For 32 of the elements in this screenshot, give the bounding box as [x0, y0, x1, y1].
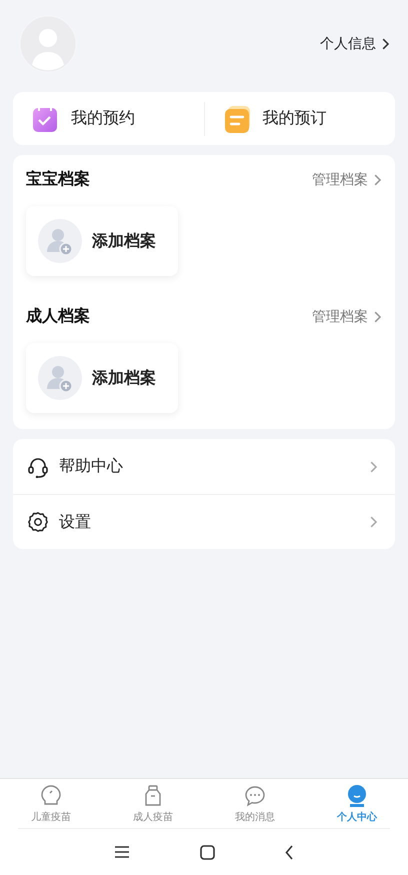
- user-icon: [345, 784, 369, 808]
- menu-item[interactable]: 帮助中心: [13, 439, 395, 494]
- manage-link[interactable]: 管理档案: [312, 170, 381, 188]
- back-icon[interactable]: [285, 844, 294, 860]
- baby-face-icon: [39, 784, 63, 808]
- tab[interactable]: 儿童疫苗: [0, 779, 102, 828]
- tab[interactable]: 我的消息: [204, 779, 306, 828]
- user-add-icon: [38, 219, 82, 263]
- shortcut-label: 我的预约: [71, 108, 135, 129]
- add-archive-button[interactable]: 添加档案: [26, 343, 178, 413]
- home-icon[interactable]: [200, 844, 215, 860]
- tab[interactable]: 成人疫苗: [102, 779, 204, 828]
- chat-bubble-icon: [243, 784, 267, 808]
- chevron-icon: [374, 310, 381, 322]
- shortcut-label: 我的预订: [262, 108, 326, 129]
- menu-icon[interactable]: [114, 845, 130, 859]
- chevron-icon: [370, 516, 377, 528]
- settings-icon: [27, 511, 49, 533]
- chevron-icon: [382, 38, 389, 50]
- section-title: 成人档案: [26, 306, 90, 327]
- user-add-icon: [38, 356, 82, 400]
- section-title: 宝宝档案: [26, 169, 90, 190]
- add-archive-button[interactable]: 添加档案: [26, 206, 178, 276]
- note-icon: [222, 104, 250, 134]
- profile-link[interactable]: 个人信息: [320, 35, 389, 53]
- headset-icon: [27, 456, 49, 478]
- chevron-icon: [370, 460, 377, 472]
- manage-link[interactable]: 管理档案: [312, 308, 381, 326]
- chevron-icon: [374, 174, 381, 186]
- shortcut-item[interactable]: 我的预约: [13, 104, 204, 134]
- menu-item[interactable]: 设置: [13, 494, 395, 549]
- shortcut-item[interactable]: 我的预订: [204, 104, 395, 134]
